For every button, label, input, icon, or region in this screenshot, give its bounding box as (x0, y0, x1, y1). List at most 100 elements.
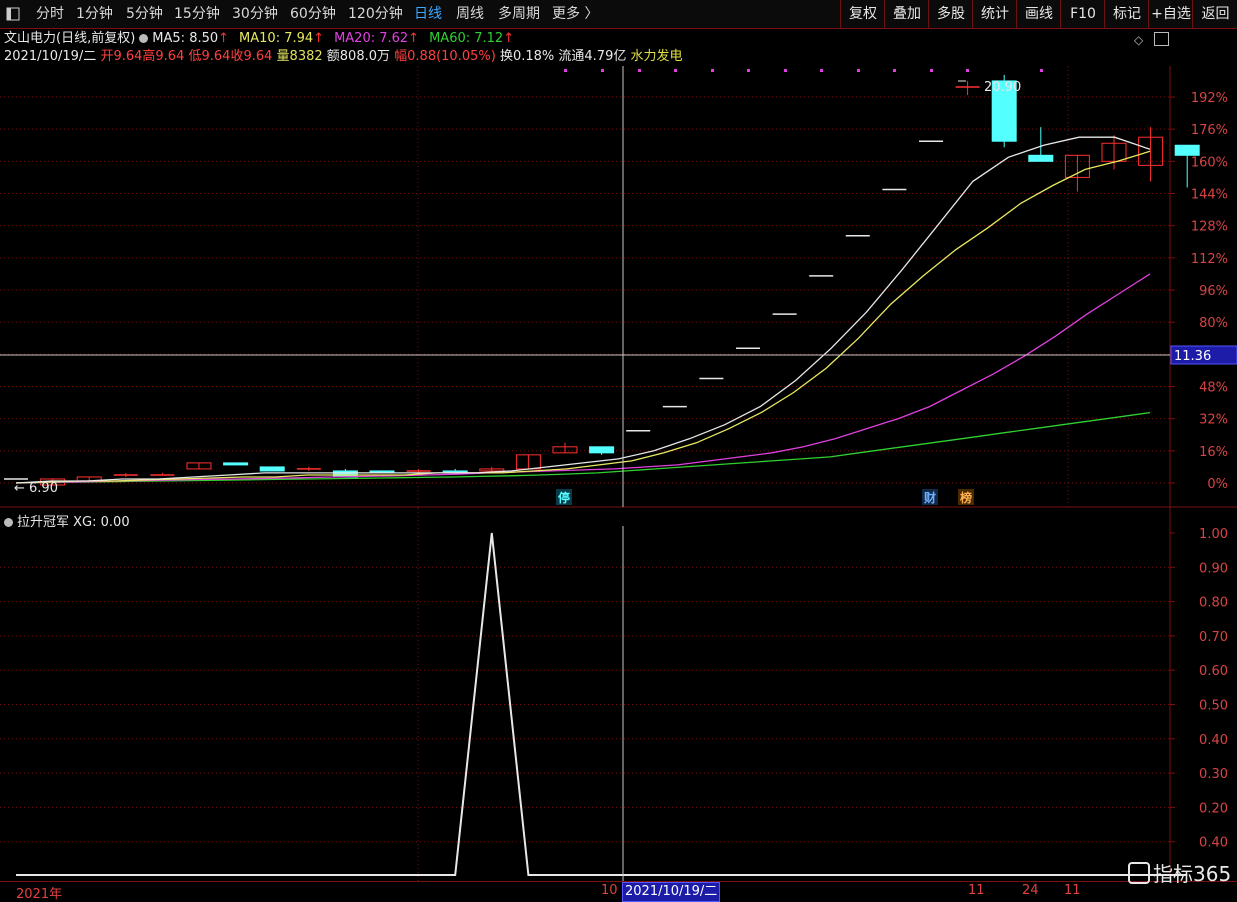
quote-amplitude: 幅0.88(10.05%) (394, 49, 496, 64)
quote-float-cap: 流通4.79亿 (558, 49, 627, 64)
signal-dot-3 (674, 69, 677, 72)
high-mark-label: 20.90 (984, 80, 1021, 95)
ma-label-0: MA5: 8.50↑ (152, 31, 230, 46)
ma-up-arrow-1: ↑ (313, 31, 325, 46)
quote-sector: 水力发电 (630, 49, 683, 64)
ind-y-label-5: 0.50 (1199, 699, 1228, 714)
signal-dot-2 (638, 69, 641, 72)
candle-28 (1028, 154, 1054, 162)
candle-7 (259, 466, 285, 472)
ma20-line (15, 273, 1151, 484)
crosshair-price-label: 11.36 (1174, 349, 1211, 364)
tag-limit: 停 (558, 490, 570, 505)
axis-month-oct: 10 (601, 883, 618, 898)
window-icon[interactable] (1154, 32, 1169, 46)
axis-year: 2021年 (16, 887, 63, 902)
panel-toggle-icon[interactable] (6, 0, 20, 28)
xg-line (16, 532, 1188, 876)
watermark-logo-icon (1128, 862, 1150, 884)
diamond-icon[interactable]: ◇ (1134, 33, 1143, 47)
quote-open: 开9.64 (100, 49, 143, 64)
toolbar-button-7[interactable]: +自选 (1148, 0, 1193, 28)
y-pct-label-4: 128% (1191, 220, 1228, 235)
ind-y-label-0: 1.00 (1199, 527, 1228, 542)
y-pct-label-9: 48% (1199, 381, 1228, 396)
ma-label-1: MA10: 7.94↑ (239, 31, 325, 46)
stock-name: 文山电力 (4, 31, 57, 46)
date-axis: 2021年 10 2021/10/19/二 11 24 11 (0, 881, 1237, 902)
period-tab-5[interactable]: 60分钟 (290, 0, 336, 28)
toolbar-button-0[interactable]: 复权 (840, 0, 885, 28)
period-tab-4[interactable]: 30分钟 (232, 0, 278, 28)
ma5-line (15, 136, 1151, 484)
low-mark-label: ← 6.90 (14, 481, 58, 496)
y-pct-label-12: 0% (1207, 477, 1228, 492)
ma-up-arrow-0: ↑ (218, 31, 230, 46)
tag-rank: 榜 (960, 490, 972, 505)
period-tab-8[interactable]: 周线 (456, 0, 484, 28)
toolbar-button-5[interactable]: F10 (1060, 0, 1105, 28)
toolbar-button-3[interactable]: 统计 (972, 0, 1017, 28)
ind-y-label-9: 0.40 (1199, 836, 1228, 851)
signal-dot-4 (711, 69, 714, 72)
ind-y-label-4: 0.60 (1199, 664, 1228, 679)
watermark: 指标365 (1128, 858, 1231, 887)
toolbar-button-4[interactable]: 画线 (1016, 0, 1061, 28)
ma-label-2: MA20: 7.62↑ (334, 31, 420, 46)
quote-volume: 量8382 (276, 49, 323, 64)
signal-dot-7 (820, 69, 823, 72)
period-tab-7[interactable]: 日线 (414, 0, 442, 28)
candlestick-chart[interactable]: 192%176%160%144%128%112%96%80%64%48%32%1… (0, 66, 1237, 508)
quote-turnover: 换0.18% (499, 49, 555, 64)
signal-dot-0 (564, 69, 567, 72)
ma-up-arrow-2: ↑ (408, 31, 420, 46)
ma-label-3: MA60: 7.12↑ (429, 31, 515, 46)
axis-month-nov2: 11 (1064, 883, 1081, 898)
quote-info-line: 2021/10/19/二 开9.64高9.64 低9.64收9.64 量8382… (4, 48, 683, 66)
axis-crosshair-date: 2021/10/19/二 (622, 882, 721, 902)
toolbar-button-6[interactable]: 标记 (1104, 0, 1149, 28)
ind-y-label-6: 0.40 (1199, 733, 1228, 748)
signal-dot-8 (857, 69, 860, 72)
signal-dot-6 (784, 69, 787, 72)
toolbar-button-8[interactable]: 返回 (1192, 0, 1237, 28)
watermark-text: 指标365 (1153, 862, 1232, 886)
tag-finance: 财 (923, 490, 936, 505)
y-pct-label-2: 160% (1191, 155, 1228, 170)
period-tab-3[interactable]: 15分钟 (174, 0, 220, 28)
signal-dot-1 (601, 69, 604, 72)
quote-amount: 额808.0万 (326, 49, 390, 64)
candle-32 (1174, 144, 1200, 156)
panel-toggle-icon-svg (6, 7, 20, 21)
period-tab-1[interactable]: 1分钟 (76, 0, 113, 28)
indicator-chart[interactable]: 1.00 0.90 0.80 0.70 0.60 0.50 0.40 0.30 0.20 0.40 (0, 508, 1237, 881)
ma10-line (15, 150, 1151, 484)
period-tab-2[interactable]: 5分钟 (126, 0, 163, 28)
stock-info-line: 文山电力(日线,前复权) MA5: 8.50↑ MA10: 7.94↑ MA20: 7… (4, 30, 524, 48)
period-tab-6[interactable]: 120分钟 (348, 0, 403, 28)
ind-y-label-3: 0.70 (1199, 630, 1228, 645)
period-tab-9[interactable]: 多周期 (498, 0, 540, 28)
candle-16 (589, 446, 615, 454)
ind-y-label-7: 0.30 (1199, 767, 1228, 782)
toolbar-button-2[interactable]: 多股 (928, 0, 973, 28)
ma60-line (15, 411, 1151, 484)
y-pct-label-0: 192% (1191, 91, 1228, 106)
y-pct-label-7: 80% (1199, 316, 1228, 331)
period-tab-0[interactable]: 分时 (36, 0, 64, 28)
y-pct-label-1: 176% (1191, 123, 1228, 138)
signal-dot-11 (966, 69, 969, 72)
y-pct-label-6: 96% (1199, 284, 1228, 299)
ma-up-arrow-3: ↑ (503, 31, 515, 46)
dropdown-icon[interactable] (139, 34, 149, 43)
ind-y-label-8: 0.20 (1199, 801, 1228, 816)
axis-month-nov: 11 (968, 883, 985, 898)
chart-mode: (日线,前复权) (56, 31, 136, 46)
y-pct-label-10: 32% (1199, 413, 1228, 428)
signal-dot-12 (1040, 69, 1043, 72)
y-pct-label-5: 112% (1191, 252, 1228, 267)
candle-6 (223, 462, 249, 466)
quote-close: 收9.64 (230, 49, 273, 64)
period-tab-10[interactable]: 更多 〉 (552, 0, 598, 28)
toolbar-button-1[interactable]: 叠加 (884, 0, 929, 28)
